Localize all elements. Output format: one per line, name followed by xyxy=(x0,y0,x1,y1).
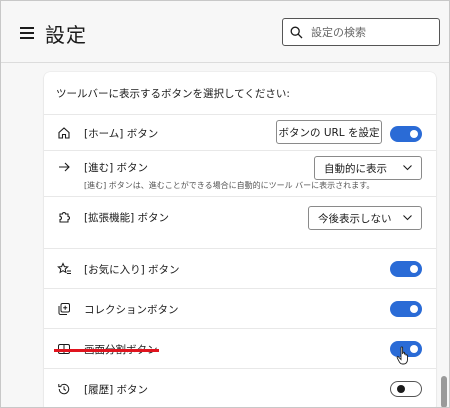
hamburger-menu-icon[interactable] xyxy=(20,27,34,39)
forward-button-description: [進む] ボタンは、進むことができる場合に自動的にツール バーに表示されます。 xyxy=(84,181,375,190)
history-icon xyxy=(56,381,72,397)
home-button-toggle[interactable] xyxy=(390,126,422,142)
forward-button-row: [進む] ボタン [進む] ボタンは、進むことができる場合に自動的にツール バー… xyxy=(44,150,436,196)
collections-button-row: コレクションボタン xyxy=(44,288,436,328)
home-icon xyxy=(56,125,72,141)
section-heading: ツールバーに表示するボタンを選択してください: xyxy=(56,88,290,100)
puzzle-icon xyxy=(56,209,72,225)
collections-icon xyxy=(56,301,72,317)
chevron-down-icon xyxy=(402,212,413,226)
header-divider xyxy=(0,62,450,63)
hand-cursor-icon xyxy=(396,346,412,370)
arrow-right-icon xyxy=(56,159,72,175)
history-button-row: [履歴] ボタン xyxy=(44,368,436,408)
favorites-button-toggle[interactable] xyxy=(390,261,422,277)
home-button-label: [ホーム] ボタン xyxy=(84,128,159,140)
search-box[interactable] xyxy=(282,18,440,46)
history-button-label: [履歴] ボタン xyxy=(84,384,149,396)
scrollbar-thumb[interactable] xyxy=(441,376,447,408)
collections-button-toggle[interactable] xyxy=(390,301,422,317)
split-screen-button-row: 画面分割ボタン xyxy=(44,328,436,368)
chevron-down-icon xyxy=(402,162,413,176)
collections-button-label: コレクションボタン xyxy=(84,304,179,316)
settings-header: 設定 xyxy=(0,0,450,64)
extensions-button-row: [拡張機能] ボタン 今後表示しない xyxy=(44,196,436,236)
favorites-icon xyxy=(56,261,72,277)
page-title: 設定 xyxy=(45,23,87,47)
favorites-button-label: [お気に入り] ボタン xyxy=(84,264,180,276)
forward-button-label: [進む] ボタン xyxy=(84,162,149,174)
toolbar-settings-card: ツールバーに表示するボタンを選択してください: [ホーム] ボタン ボタンの U… xyxy=(44,72,436,408)
red-annotation-underline xyxy=(54,349,159,352)
forward-dropdown-value: 自動的に表示 xyxy=(324,162,387,175)
extensions-dropdown-value: 今後表示しない xyxy=(318,212,392,225)
search-input[interactable] xyxy=(309,25,429,39)
extensions-button-dropdown[interactable]: 今後表示しない xyxy=(308,206,422,230)
set-button-url-button[interactable]: ボタンの URL を設定 xyxy=(276,120,382,144)
history-button-toggle[interactable] xyxy=(390,381,422,397)
home-button-row: [ホーム] ボタン ボタンの URL を設定 xyxy=(44,114,436,150)
search-icon xyxy=(283,19,309,45)
favorites-button-row: [お気に入り] ボタン xyxy=(44,248,436,288)
forward-button-dropdown[interactable]: 自動的に表示 xyxy=(314,156,422,180)
extensions-button-label: [拡張機能] ボタン xyxy=(84,212,170,224)
